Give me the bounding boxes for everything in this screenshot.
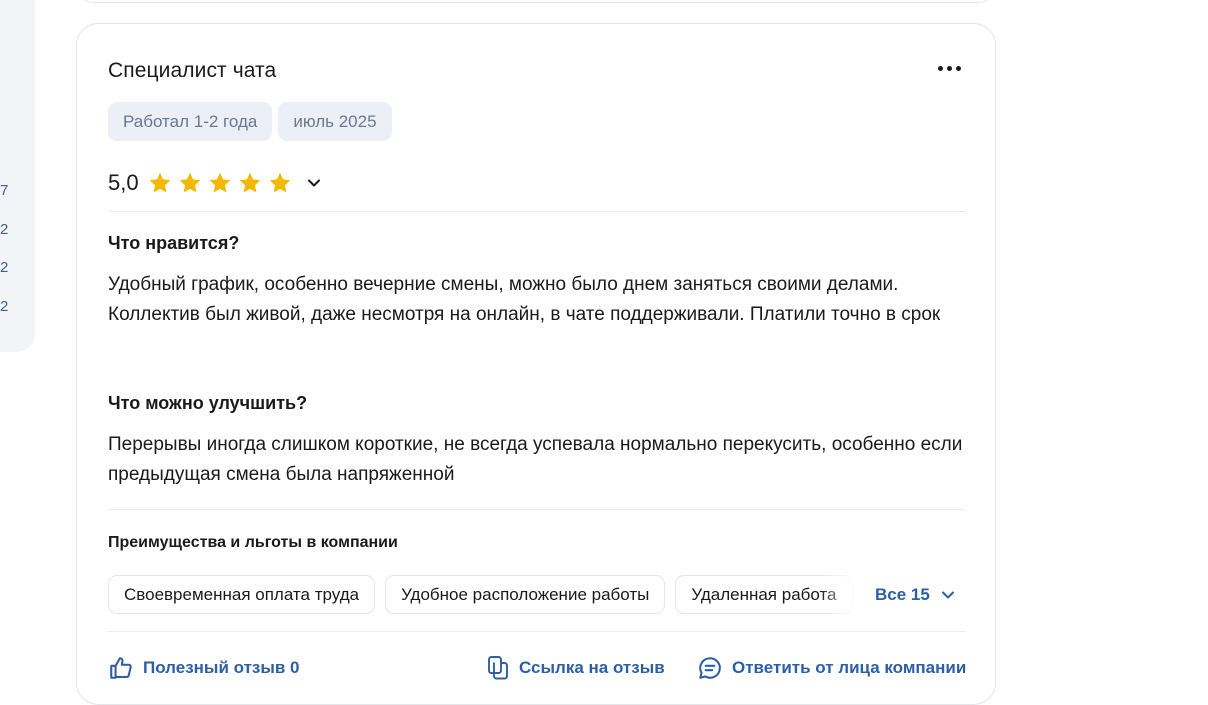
tag-work-duration: Работал 1-2 года	[108, 102, 273, 141]
pros-heading: Что нравится?	[108, 233, 240, 253]
review-link-label: Ссылка на отзыв	[519, 658, 665, 677]
thumbs-up-icon	[110, 657, 132, 679]
reply-as-company-label: Ответить от лица компании	[732, 658, 967, 677]
divider	[108, 631, 965, 632]
rating-stars	[148, 171, 292, 195]
cons-heading: Что можно улучшить?	[108, 393, 308, 413]
left-panel-count: 2	[0, 221, 9, 238]
more-icon	[937, 65, 943, 71]
rating-value: 5,0	[108, 170, 139, 195]
benefits-heading: Преимущества и льготы в компании	[108, 534, 398, 551]
review-tags: Работал 1-2 года июль 2025	[108, 102, 392, 141]
more-icon	[946, 65, 952, 71]
chat-bubble-icon	[699, 657, 721, 679]
reply-as-company-button[interactable]: Ответить от лица компании	[697, 655, 966, 681]
divider	[108, 509, 965, 510]
left-panel-count: 7	[0, 182, 9, 199]
more-icon	[955, 65, 961, 71]
rating-row: 5,0	[108, 170, 322, 196]
copy-link-icon	[488, 656, 508, 680]
star-icon	[209, 172, 230, 193]
chevron-down-icon	[307, 179, 320, 187]
benefits-chips: Своевременная оплата труда Удобное распо…	[108, 575, 878, 614]
rating-details-toggle[interactable]	[306, 175, 322, 191]
left-panel-count: 2	[0, 298, 9, 315]
helpful-review-label: Полезный отзыв 0	[143, 658, 300, 677]
pros-text: Удобный график, особенно вечерние смены,…	[108, 274, 941, 325]
star-icon	[149, 172, 170, 193]
helpful-review-button[interactable]: Полезный отзыв 0	[108, 655, 300, 681]
benefit-chip[interactable]: Удобное расположение работы	[385, 575, 666, 614]
star-icon	[239, 172, 260, 193]
show-all-benefits-button[interactable]: Все 15	[875, 575, 956, 614]
chips-fade	[820, 575, 860, 614]
previous-review-card	[76, 0, 996, 3]
show-all-benefits-label: Все 15	[875, 584, 930, 604]
chevron-down-icon	[941, 591, 954, 598]
star-icon	[269, 172, 290, 193]
review-title: Специалист чата	[108, 59, 277, 82]
star-icon	[179, 172, 200, 193]
review-link-button[interactable]: Ссылка на отзыв	[486, 655, 665, 681]
more-options-button[interactable]	[932, 56, 966, 80]
review-card: Специалист чата Работал 1-2 года июль 20…	[76, 23, 996, 705]
divider	[108, 211, 965, 212]
benefit-chip[interactable]: Своевременная оплата труда	[108, 575, 376, 614]
tag-date: июль 2025	[278, 102, 392, 141]
left-panel-count: 2	[0, 259, 9, 276]
review-actions: Полезный отзыв 0 Ссылка на отзыв Ответит…	[108, 655, 968, 683]
cons-text: Перерывы иногда слишком короткие, не все…	[108, 434, 963, 485]
